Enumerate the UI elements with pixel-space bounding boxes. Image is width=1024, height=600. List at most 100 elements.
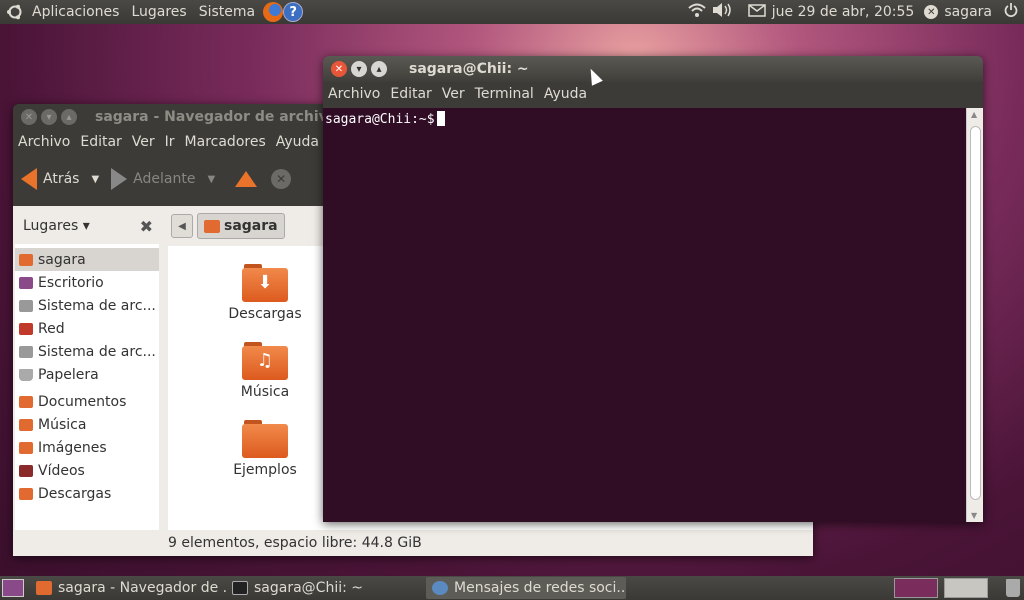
back-button[interactable]: Atrás <box>43 171 79 187</box>
volume-icon[interactable] <box>712 3 734 21</box>
places-dropdown[interactable]: Lugares ▾ <box>23 218 90 234</box>
sidebar-item-filesystem[interactable]: Sistema de arc... <box>15 294 159 317</box>
sidebar-item-musica[interactable]: Música <box>15 413 159 436</box>
path-button-home[interactable]: sagara <box>197 213 285 239</box>
close-sidebar-icon[interactable]: ✖ <box>140 217 153 236</box>
menu-ayuda[interactable]: Ayuda <box>271 134 324 150</box>
bottom-panel: sagara - Navegador de ... sagara@Chii: ~… <box>0 576 1024 600</box>
status-bar: 9 elementos, espacio libre: 44.8 GiB <box>13 530 813 556</box>
menu-archivo[interactable]: Archivo <box>323 86 385 102</box>
taskbar-item-file-browser[interactable]: sagara - Navegador de ... <box>30 577 226 599</box>
sidebar-item-label: Imágenes <box>38 439 107 456</box>
file-item-descargas[interactable]: ⬇ Descargas <box>220 264 310 322</box>
menu-aplicaciones[interactable]: Aplicaciones <box>26 4 125 20</box>
up-arrow-icon[interactable] <box>235 171 258 187</box>
videos-folder-icon <box>19 464 33 477</box>
user-status-icon[interactable]: ✕ <box>924 5 939 19</box>
scroll-down-arrow-icon[interactable]: ▼ <box>971 511 977 520</box>
minimize-button[interactable]: ▾ <box>351 61 367 77</box>
wifi-icon[interactable] <box>688 3 706 21</box>
scrollbar-thumb[interactable] <box>970 126 981 500</box>
path-scroll-left-button[interactable]: ◀ <box>171 214 193 238</box>
music-folder-icon: ♫ <box>242 342 288 380</box>
folder-icon <box>19 395 33 408</box>
trash-icon[interactable] <box>1006 579 1020 597</box>
sidebar-item-documentos[interactable]: Documentos <box>15 390 159 413</box>
user-name[interactable]: sagara <box>944 4 992 20</box>
taskbar-item-terminal[interactable]: sagara@Chii: ~ <box>226 577 426 599</box>
folder-icon <box>242 420 288 458</box>
menu-ver[interactable]: Ver <box>437 86 470 102</box>
minimize-button[interactable]: ▾ <box>41 109 57 125</box>
back-history-dropdown[interactable]: ▼ <box>91 174 99 185</box>
sidebar-item-descargas[interactable]: Descargas <box>15 482 159 505</box>
forward-arrow-icon[interactable] <box>111 168 128 190</box>
sidebar-item-red[interactable]: Red <box>15 317 159 340</box>
firefox-icon[interactable] <box>263 2 284 22</box>
forward-button[interactable]: Adelante <box>133 171 195 187</box>
workspace-1[interactable] <box>894 578 938 598</box>
menu-marcadores[interactable]: Marcadores <box>180 134 271 150</box>
menu-lugares[interactable]: Lugares <box>125 4 192 20</box>
sidebar-item-videos[interactable]: Vídeos <box>15 459 159 482</box>
show-desktop-icon[interactable] <box>2 579 24 597</box>
file-item-ejemplos[interactable]: Ejemplos <box>220 420 310 478</box>
file-item-label: Descargas <box>228 306 302 322</box>
home-folder-icon <box>19 253 33 266</box>
forward-history-dropdown[interactable]: ▼ <box>207 174 215 185</box>
sidebar-item-label: Escritorio <box>38 274 104 291</box>
back-arrow-icon[interactable] <box>21 168 37 190</box>
sidebar-item-sagara[interactable]: sagara <box>15 248 159 271</box>
mail-icon[interactable] <box>748 3 766 21</box>
sidebar-item-label: Música <box>38 416 87 433</box>
taskbar-item-label: sagara - Navegador de ... <box>58 580 226 596</box>
menu-archivo[interactable]: Archivo <box>13 134 75 150</box>
places-sidebar: sagara Escritorio Sistema de arc... Red … <box>15 244 159 530</box>
menu-editar[interactable]: Editar <box>75 134 126 150</box>
downloads-folder-icon: ⬇ <box>242 264 288 302</box>
sidebar-item-label: Vídeos <box>38 462 85 479</box>
sidebar-item-imagenes[interactable]: Imágenes <box>15 436 159 459</box>
ubuntu-logo-icon[interactable] <box>4 1 26 23</box>
menu-terminal[interactable]: Terminal <box>470 86 539 102</box>
sidebar-item-papelera[interactable]: Papelera <box>15 363 159 386</box>
maximize-button[interactable]: ▴ <box>61 109 77 125</box>
terminal-menubar: Archivo Editar Ver Terminal Ayuda <box>323 82 983 106</box>
text-cursor <box>436 111 445 126</box>
path-button-label: sagara <box>224 218 278 234</box>
maximize-button[interactable]: ▴ <box>371 61 387 77</box>
menu-ir[interactable]: Ir <box>160 134 180 150</box>
help-icon[interactable]: ? <box>283 2 304 22</box>
file-item-musica[interactable]: ♫ Música <box>220 342 310 400</box>
taskbar-item-label: Mensajes de redes soci... <box>454 580 626 596</box>
sidebar-item-filesystem-2[interactable]: Sistema de arc... <box>15 340 159 363</box>
file-item-label: Ejemplos <box>233 462 297 478</box>
scroll-up-arrow-icon[interactable]: ▲ <box>971 110 977 119</box>
workspace-2[interactable] <box>944 578 988 598</box>
drive-icon <box>19 345 33 358</box>
menu-sistema[interactable]: Sistema <box>193 4 261 20</box>
terminal-scrollbar[interactable]: ▲ ▼ <box>966 108 983 522</box>
terminal-output[interactable]: sagara@Chii:~$ <box>323 108 966 522</box>
terminal-prompt: sagara@Chii:~$ <box>325 112 435 127</box>
power-icon[interactable] <box>1004 3 1018 21</box>
sidebar-item-label: Descargas <box>38 485 112 502</box>
close-button[interactable]: ✕ <box>21 109 37 125</box>
clock-datetime[interactable]: jue 29 de abr, 20:55 <box>772 4 915 20</box>
terminal-icon <box>232 581 248 595</box>
downloads-folder-icon <box>19 487 33 500</box>
stop-icon[interactable]: ✕ <box>271 169 292 189</box>
file-item-label: Música <box>240 384 290 400</box>
sidebar-item-label: Sistema de arc... <box>38 343 156 360</box>
sidebar-item-escritorio[interactable]: Escritorio <box>15 271 159 294</box>
menu-ver[interactable]: Ver <box>127 134 160 150</box>
taskbar-item-social-messages[interactable]: Mensajes de redes soci... <box>426 577 626 599</box>
top-panel: Aplicaciones Lugares Sistema ? jue 29 de… <box>0 0 1024 24</box>
sidebar-item-label: Documentos <box>38 393 127 410</box>
pictures-folder-icon <box>19 441 33 454</box>
close-button[interactable]: ✕ <box>331 61 347 77</box>
menu-editar[interactable]: Editar <box>385 86 436 102</box>
network-icon <box>19 322 33 335</box>
menu-ayuda[interactable]: Ayuda <box>539 86 592 102</box>
terminal-titlebar[interactable]: ✕ ▾ ▴ sagara@Chii: ~ <box>323 56 983 82</box>
